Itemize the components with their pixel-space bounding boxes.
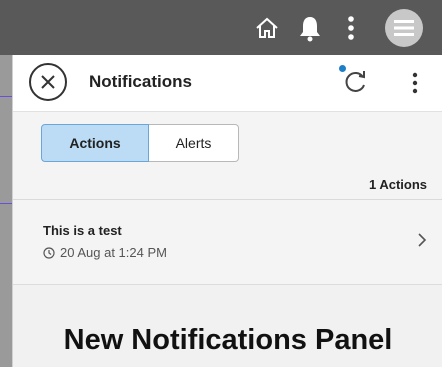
divider (0, 96, 12, 97)
panel-title: Notifications (89, 72, 192, 91)
panel-banner-heading: New Notifications Panel (63, 324, 393, 356)
chevron-right-icon (418, 233, 427, 247)
bell-icon[interactable] (296, 0, 324, 55)
notification-title: This is a test (43, 223, 122, 238)
notification-time-text: 20 Aug at 1:24 PM (60, 245, 167, 260)
top-system-bar (0, 0, 442, 55)
more-options-button[interactable] (405, 67, 425, 99)
clock-icon (43, 246, 55, 259)
close-button[interactable] (29, 63, 67, 101)
close-circle-icon (41, 75, 55, 89)
home-icon[interactable] (250, 0, 284, 55)
new-indicator-dot (339, 65, 346, 72)
notifications-panel: Notifications Actions Alerts 1 Actions T… (12, 55, 442, 367)
notification-timestamp: 20 Aug at 1:24 PM (43, 245, 167, 260)
refresh-button[interactable] (339, 65, 371, 97)
tab-alerts[interactable]: Alerts (149, 124, 239, 162)
panel-header: Notifications (13, 55, 442, 112)
background-page-edge (0, 55, 12, 367)
vertical-dots-icon[interactable] (342, 0, 360, 55)
actions-count: 1 Actions (368, 177, 427, 192)
tab-actions[interactable]: Actions (41, 124, 149, 162)
hamburger-menu-icon[interactable] (383, 0, 425, 55)
divider (0, 203, 12, 204)
notification-item[interactable]: This is a test 20 Aug at 1:24 PM (13, 200, 442, 285)
tab-bar: Actions Alerts 1 Actions (13, 112, 442, 200)
vertical-dots-icon (412, 72, 418, 94)
